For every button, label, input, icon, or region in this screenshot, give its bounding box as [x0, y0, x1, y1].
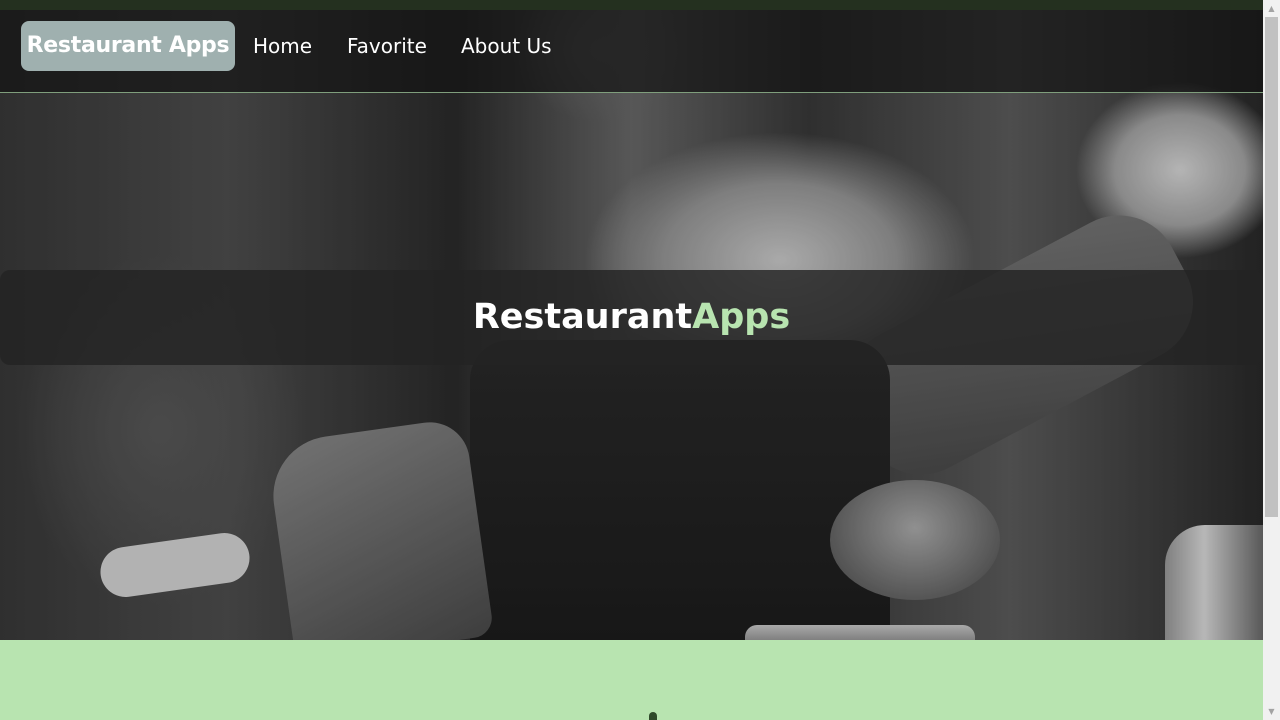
scroll-thumb[interactable]: [1265, 17, 1278, 517]
scroll-down-icon[interactable]: ▼: [1263, 703, 1280, 720]
page-scrollbar[interactable]: ▲ ▼: [1263, 0, 1280, 720]
navbar: Restaurant Apps Home Favorite About Us: [0, 10, 1263, 93]
hero-title-banner: RestaurantApps: [0, 270, 1263, 365]
content-section: [0, 640, 1263, 720]
scroll-up-icon[interactable]: ▲: [1263, 0, 1280, 17]
nav-link-home[interactable]: Home: [253, 21, 312, 71]
top-strip: [0, 0, 1263, 10]
brand-logo-link[interactable]: Restaurant Apps: [21, 21, 235, 71]
hero-title-part1: Restaurant: [472, 297, 693, 337]
hero-title-part2: Apps: [692, 297, 791, 337]
content-heading-fragment: [649, 712, 657, 720]
nav-link-favorite[interactable]: Favorite: [347, 21, 427, 71]
nav-link-about-us[interactable]: About Us: [461, 21, 552, 71]
